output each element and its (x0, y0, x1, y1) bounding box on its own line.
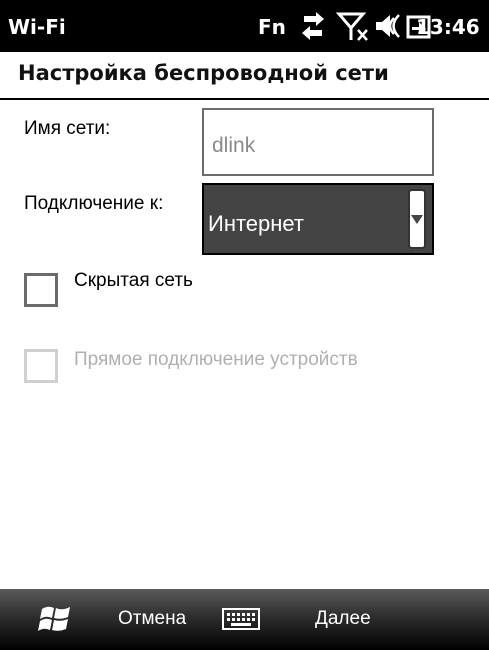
keyboard-icon[interactable] (221, 606, 261, 632)
hidden-network-label: Скрытая сеть (74, 270, 193, 291)
device-to-device-label: Прямое подключение устройств (74, 349, 358, 370)
hidden-network-checkbox[interactable] (24, 273, 58, 307)
next-softkey[interactable]: Далее (315, 608, 371, 630)
device-to-device-checkbox[interactable] (24, 349, 58, 383)
network-name-field[interactable]: dlink (202, 108, 434, 176)
page-title: Настройка беспроводной сети (18, 61, 389, 85)
network-name-value: dlink (212, 134, 256, 157)
cancel-softkey[interactable]: Отмена (118, 608, 186, 630)
volume-icon[interactable] (372, 10, 406, 42)
connect-to-label: Подключение к: (24, 193, 164, 214)
status-bar: Wi-Fi Fn 13:46 (0, 0, 489, 52)
no-signal-icon[interactable] (335, 10, 370, 42)
network-name-label: Имя сети: (24, 118, 111, 139)
status-title: Wi-Fi (8, 15, 66, 39)
status-time: 13:46 (416, 15, 480, 39)
windows-start-icon[interactable] (38, 601, 74, 637)
connect-to-select[interactable]: Интернет (202, 183, 434, 255)
softkey-bar: Отмена Далее (0, 589, 489, 650)
dropdown-arrow-icon[interactable] (408, 189, 426, 249)
fn-indicator: Fn (258, 15, 286, 39)
page-header: Настройка беспроводной сети (0, 52, 489, 100)
connect-to-value: Интернет (208, 211, 304, 236)
connectivity-icon[interactable] (296, 10, 330, 42)
